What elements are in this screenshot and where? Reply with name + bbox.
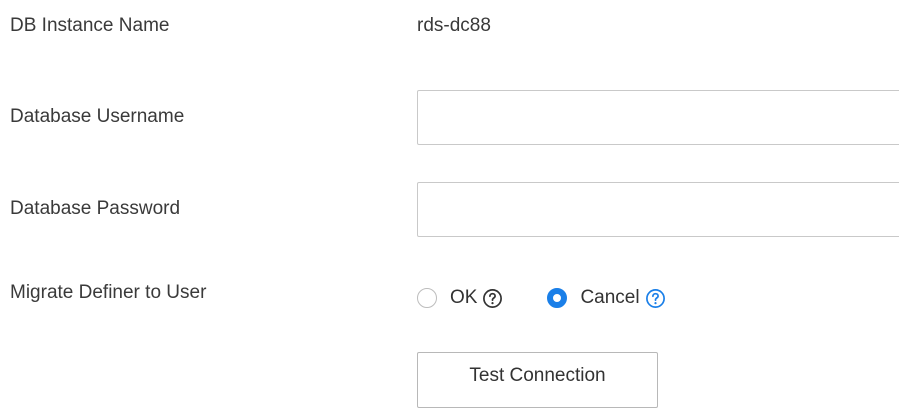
question-circle-icon[interactable] bbox=[482, 288, 503, 309]
definer-option-cancel[interactable]: Cancel bbox=[547, 287, 665, 309]
test-connection-button[interactable]: Test Connection bbox=[417, 352, 658, 408]
username-input[interactable] bbox=[417, 90, 899, 145]
question-circle-icon[interactable] bbox=[645, 288, 666, 309]
username-label: Database Username bbox=[10, 106, 185, 127]
cancel-option-label: Cancel bbox=[580, 287, 640, 308]
instance-name-value: rds-dc88 bbox=[417, 15, 491, 36]
password-label: Database Password bbox=[10, 198, 181, 219]
definer-option-ok[interactable]: OK bbox=[417, 287, 503, 309]
definer-radio-group: OK Cancel bbox=[417, 283, 666, 313]
definer-label: Migrate Definer to User bbox=[10, 282, 207, 303]
ok-option-label: OK bbox=[450, 287, 478, 308]
password-input[interactable] bbox=[417, 182, 899, 237]
ok-radio[interactable] bbox=[417, 288, 437, 308]
instance-name-label: DB Instance Name bbox=[10, 15, 170, 36]
cancel-radio[interactable] bbox=[547, 288, 568, 308]
